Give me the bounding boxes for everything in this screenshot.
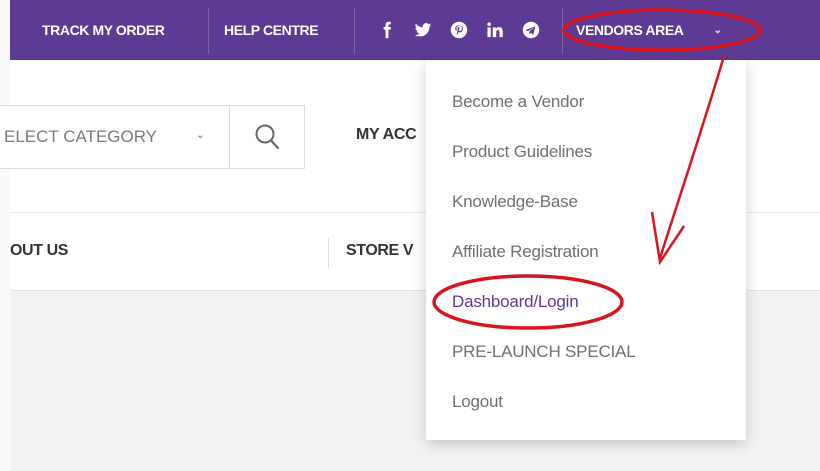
menu-item-dashboard-login[interactable]: Dashboard/Login — [426, 282, 746, 332]
vendors-dropdown-menu: Become a Vendor Product Guidelines Knowl… — [426, 60, 746, 440]
vendors-area-menu[interactable]: VENDORS AREA ⌄ — [576, 0, 722, 60]
search-icon — [255, 124, 280, 150]
menu-item-affiliate-registration[interactable]: Affiliate Registration — [426, 232, 746, 282]
telegram-icon[interactable] — [520, 19, 542, 41]
facebook-icon[interactable] — [376, 19, 398, 41]
top-bar-divider — [208, 8, 209, 54]
my-account-link[interactable]: MY ACC — [356, 126, 417, 144]
search-button[interactable] — [229, 105, 305, 169]
vendors-area-label: VENDORS AREA — [576, 22, 684, 38]
twitter-icon[interactable] — [412, 19, 434, 41]
menu-item-product-guidelines[interactable]: Product Guidelines — [426, 132, 746, 182]
chevron-down-icon: ⌄ — [713, 24, 722, 36]
left-edge — [0, 0, 10, 471]
top-bar-divider — [562, 8, 563, 54]
menu-item-pre-launch-special[interactable]: PRE-LAUNCH SPECIAL — [426, 332, 746, 382]
nav-about-us[interactable]: OUT US — [10, 242, 68, 260]
nav-store-vendors[interactable]: STORE V — [346, 242, 414, 260]
top-bar-divider — [354, 8, 355, 54]
linkedin-icon[interactable] — [484, 19, 506, 41]
menu-item-become-vendor[interactable]: Become a Vendor — [426, 82, 746, 132]
category-select-label: ELECT CATEGORY — [4, 127, 158, 146]
help-centre-link[interactable]: HELP CENTRE — [224, 0, 319, 60]
category-select[interactable]: ELECT CATEGORY ⌄ — [0, 105, 230, 169]
menu-item-knowledge-base[interactable]: Knowledge-Base — [426, 182, 746, 232]
chevron-down-icon: ⌄ — [195, 129, 205, 141]
menu-item-logout[interactable]: Logout — [426, 382, 746, 432]
nav-separator — [328, 238, 329, 268]
pinterest-icon[interactable] — [448, 19, 470, 41]
social-links — [376, 0, 556, 60]
track-my-order-link[interactable]: TRACK MY ORDER — [42, 0, 165, 60]
top-bar: TRACK MY ORDER HELP CENTRE VENDORS AREA … — [10, 0, 820, 60]
